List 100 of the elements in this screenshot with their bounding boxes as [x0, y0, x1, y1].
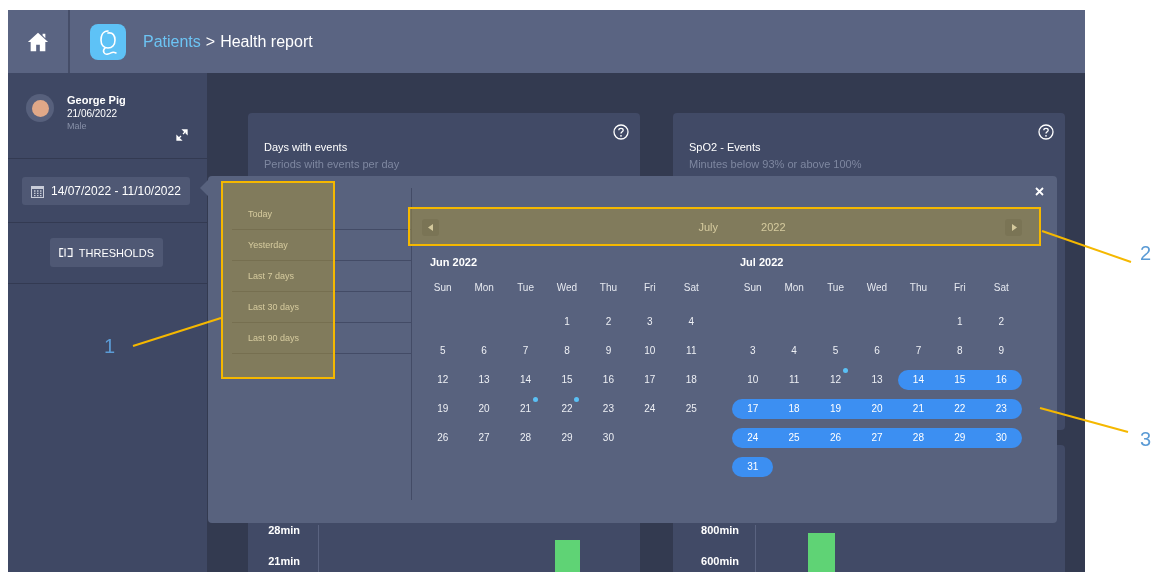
breadcrumb-current: Health report: [220, 32, 313, 51]
card-title: Days with events: [264, 141, 349, 153]
day-cell[interactable]: 4: [670, 311, 712, 332]
axis-tick-label: 28min: [268, 524, 300, 536]
day-cell[interactable]: 30: [587, 427, 630, 448]
day-cell[interactable]: 10: [629, 340, 671, 361]
day-cell[interactable]: 8: [939, 340, 981, 361]
day-cell[interactable]: 8: [546, 340, 588, 361]
breadcrumb-link[interactable]: Patients: [143, 32, 201, 51]
day-cell[interactable]: 2: [587, 311, 630, 332]
callout-number: 1: [104, 335, 116, 358]
day-cell[interactable]: 31: [732, 456, 774, 477]
day-cell[interactable]: 19: [814, 398, 857, 419]
day-cell[interactable]: 26: [814, 427, 857, 448]
day-cell[interactable]: 20: [463, 398, 505, 419]
day-cell[interactable]: 21: [897, 398, 940, 419]
weekday-label: Wed: [866, 281, 888, 295]
card-subtitle: Periods with events per day: [264, 158, 401, 170]
card-subtitle: Minutes below 93% or above 100%: [689, 158, 863, 170]
weekday-label: Mon: [474, 281, 494, 295]
day-cell[interactable]: 16: [980, 369, 1022, 390]
next-month-button[interactable]: [1005, 218, 1022, 236]
day-cell[interactable]: 18: [773, 398, 815, 419]
day-cell[interactable]: 17: [732, 398, 774, 419]
day-cell[interactable]: 25: [773, 427, 815, 448]
home-icon[interactable]: [27, 30, 49, 53]
day-cell[interactable]: 7: [504, 340, 547, 361]
day-cell[interactable]: 3: [629, 311, 671, 332]
day-cell[interactable]: 25: [670, 398, 712, 419]
day-cell[interactable]: 6: [463, 340, 505, 361]
day-cell[interactable]: 24: [629, 398, 671, 419]
day-cell[interactable]: 6: [856, 340, 898, 361]
date-range-button[interactable]: 14/07/2022 - 11/10/2022: [22, 177, 190, 205]
axis-tick-label: 600min: [701, 555, 739, 567]
day-cell[interactable]: 13: [463, 369, 505, 390]
day-cell[interactable]: 7: [897, 340, 940, 361]
day-cell[interactable]: 12: [814, 369, 857, 390]
day-cell[interactable]: 27: [856, 427, 898, 448]
thresholds-button[interactable]: THRESHOLDS: [50, 238, 163, 267]
day-cell[interactable]: 28: [504, 427, 547, 448]
left-triangle-icon: [427, 223, 434, 231]
right-triangle-icon: [1010, 223, 1017, 231]
patient-sex: Male: [67, 121, 88, 131]
day-cell[interactable]: 2: [980, 311, 1022, 332]
breadcrumb-separator: >: [205, 32, 216, 51]
help-icon[interactable]: [613, 124, 629, 140]
day-cell[interactable]: 1: [546, 311, 588, 332]
day-cell[interactable]: 14: [897, 369, 940, 390]
day-cell[interactable]: 4: [773, 340, 815, 361]
day-cell[interactable]: 11: [773, 369, 815, 390]
day-cell[interactable]: 27: [463, 427, 505, 448]
day-cell[interactable]: 26: [422, 427, 464, 448]
previous-month-button[interactable]: [422, 218, 439, 236]
day-cell[interactable]: 22: [939, 398, 981, 419]
day-cell[interactable]: 18: [670, 369, 712, 390]
day-cell[interactable]: 9: [587, 340, 630, 361]
day-cell[interactable]: 29: [939, 427, 981, 448]
day-cell[interactable]: 20: [856, 398, 898, 419]
day-cell[interactable]: 16: [587, 369, 630, 390]
day-cell[interactable]: 22: [546, 398, 588, 419]
day-cell[interactable]: 23: [587, 398, 630, 419]
day-cell[interactable]: 11: [670, 340, 712, 361]
expand-icon[interactable]: [176, 129, 188, 141]
day-cell[interactable]: 12: [422, 369, 464, 390]
weekday-label: Tue: [517, 281, 534, 295]
day-cell[interactable]: 28: [897, 427, 940, 448]
app-logo-icon: [90, 23, 126, 60]
day-cell[interactable]: 15: [939, 369, 981, 390]
weekday-label: Sat: [683, 281, 699, 295]
card-title: SpO2 - Events: [689, 141, 762, 153]
close-icon[interactable]: [1035, 187, 1044, 196]
day-cell[interactable]: 1: [939, 311, 981, 332]
axis-tick-label: 21min: [268, 555, 300, 567]
day-cell[interactable]: 15: [546, 369, 588, 390]
day-cell[interactable]: 10: [732, 369, 774, 390]
weekday-label: Sun: [743, 281, 762, 295]
weekday-label: Sun: [433, 281, 452, 295]
weekday-label: Mon: [784, 281, 804, 295]
help-icon[interactable]: [1038, 124, 1054, 140]
day-cell[interactable]: 19: [422, 398, 464, 419]
day-cell[interactable]: 13: [856, 369, 898, 390]
day-cell[interactable]: 17: [629, 369, 671, 390]
weekday-label: Thu: [909, 281, 928, 295]
weekday-label: Fri: [644, 281, 656, 295]
callout-number: 3: [1140, 428, 1152, 451]
day-cell[interactable]: 30: [980, 427, 1022, 448]
day-cell[interactable]: 21: [504, 398, 547, 419]
callout-number: 2: [1140, 242, 1152, 265]
day-cell[interactable]: 5: [814, 340, 857, 361]
day-cell[interactable]: 23: [980, 398, 1022, 419]
weekday-label: Thu: [599, 281, 618, 295]
day-cell[interactable]: 3: [732, 340, 774, 361]
day-cell[interactable]: 14: [504, 369, 547, 390]
day-cell[interactable]: 29: [546, 427, 588, 448]
month-title: Jun 2022: [429, 255, 479, 270]
day-cell[interactable]: 24: [732, 427, 774, 448]
day-cell[interactable]: 9: [980, 340, 1022, 361]
month-title: Jul 2022: [739, 255, 785, 270]
day-cell[interactable]: 5: [422, 340, 464, 361]
thresholds-icon: [59, 247, 73, 258]
